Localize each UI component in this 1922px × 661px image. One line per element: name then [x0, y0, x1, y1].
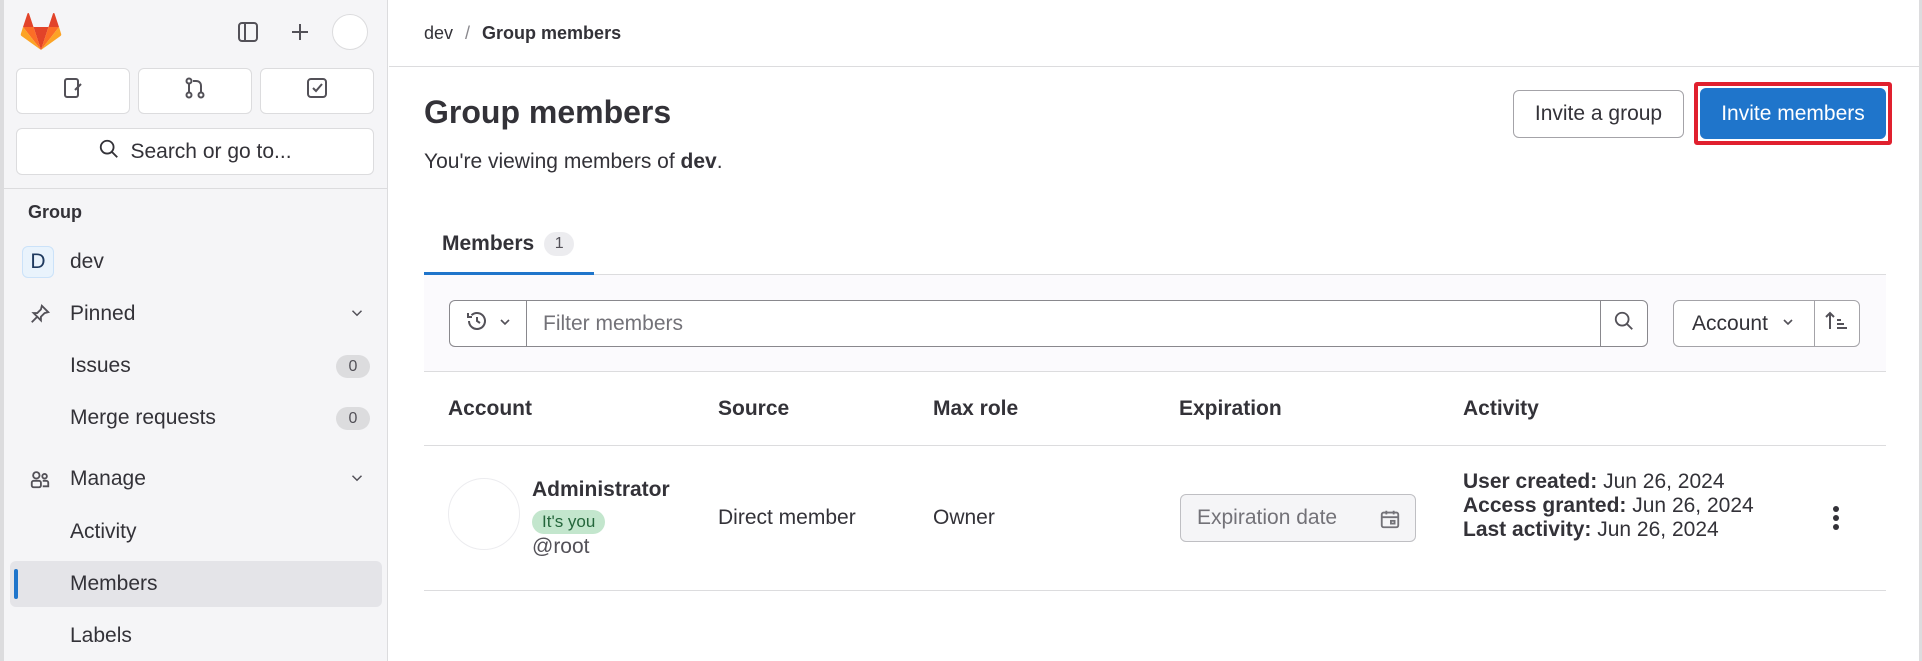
chevron-down-icon [348, 469, 366, 493]
breadcrumb-separator: / [465, 22, 471, 43]
todo-check-icon [305, 76, 329, 106]
page-subtitle: You're viewing members of dev. [424, 150, 723, 174]
sidebar-item-manage[interactable]: Manage [10, 456, 382, 502]
last-activity-line: Last activity: Jun 26, 2024 [1463, 518, 1763, 542]
sort-ascending-icon [1824, 309, 1850, 339]
sidebar-item-label: Pinned [70, 302, 136, 325]
merge-requests-count-badge: 0 [336, 407, 370, 430]
subtitle-prefix: You're viewing members of [424, 150, 681, 173]
issues-icon [61, 76, 85, 106]
search-icon [1613, 310, 1635, 338]
window-edge [0, 0, 4, 661]
group-heading: Group [28, 202, 82, 222]
chevron-down-icon [348, 304, 366, 328]
member-activity: User created: Jun 26, 2024 Access grante… [1463, 470, 1763, 542]
sidebar-item-label: Labels [70, 624, 132, 647]
access-granted-label: Access granted: [1463, 494, 1627, 517]
sidebar-toggle-icon[interactable] [230, 14, 266, 50]
calendar-icon [1379, 508, 1401, 536]
its-you-badge: It's you [532, 510, 606, 534]
sidebar: Search or go to... Group D dev Pinned Is… [0, 0, 388, 661]
users-icon [28, 467, 52, 491]
table-row-divider [424, 590, 1886, 591]
access-granted-value: Jun 26, 2024 [1632, 494, 1754, 517]
breadcrumb-current[interactable]: Group members [482, 23, 621, 44]
sidebar-item-labels[interactable]: Labels [10, 613, 382, 659]
sort-direction-button[interactable] [1814, 300, 1860, 347]
group-avatar: D [22, 246, 54, 278]
issues-shortcut-button[interactable] [16, 68, 130, 114]
filter-members-input[interactable] [526, 300, 1601, 347]
pin-icon [28, 302, 52, 326]
tab-members[interactable]: Members 1 [424, 212, 594, 275]
table-header-divider [424, 445, 1886, 446]
column-header-max-role: Max role [933, 397, 1019, 420]
sidebar-item-label: Members [70, 572, 158, 595]
invite-group-button[interactable]: Invite a group [1513, 90, 1684, 138]
sidebar-item-merge-requests[interactable]: Merge requests 0 [10, 395, 382, 441]
gitlab-logo-icon[interactable] [20, 12, 62, 52]
sidebar-item-group-dev[interactable]: D dev [10, 239, 382, 285]
breadcrumb: dev / Group members [389, 0, 1922, 67]
sidebar-item-label: Issues [70, 354, 131, 377]
last-activity-label: Last activity: [1463, 518, 1592, 541]
sort-field-dropdown[interactable]: Account [1673, 300, 1815, 347]
column-header-account: Account [448, 397, 532, 420]
column-header-activity: Activity [1463, 397, 1539, 420]
breadcrumb-link-dev[interactable]: dev [424, 23, 453, 44]
member-actions-kebab-icon[interactable] [1822, 500, 1850, 536]
sidebar-item-label: Manage [70, 467, 146, 490]
sort-field-label: Account [1692, 311, 1768, 335]
merge-requests-shortcut-button[interactable] [138, 68, 252, 114]
user-created-label: User created: [1463, 470, 1598, 493]
search-button-label: Search or go to... [130, 139, 292, 163]
merge-request-icon [183, 76, 207, 106]
member-username: @root [532, 535, 590, 558]
sidebar-item-pinned[interactable]: Pinned [10, 291, 382, 337]
member-source: Direct member [718, 506, 856, 529]
access-granted-line: Access granted: Jun 26, 2024 [1463, 494, 1763, 518]
sidebar-item-label: dev [70, 250, 104, 273]
page-title: Group members [424, 94, 672, 130]
sidebar-item-members[interactable]: Members [10, 561, 382, 607]
tab-count-badge: 1 [544, 231, 575, 256]
tab-label: Members [442, 231, 535, 255]
sidebar-item-label: Merge requests [70, 406, 216, 429]
member-max-role: Owner [933, 506, 995, 529]
issues-count-badge: 0 [336, 355, 370, 378]
user-avatar[interactable] [332, 14, 368, 50]
subtitle-group-name: dev [680, 150, 717, 173]
sidebar-item-issues[interactable]: Issues 0 [10, 343, 382, 389]
chevron-down-icon [497, 312, 513, 336]
member-name[interactable]: Administrator [532, 478, 670, 502]
recent-searches-dropdown[interactable] [449, 300, 527, 347]
chevron-down-icon [1780, 312, 1796, 336]
sidebar-item-label: Activity [70, 520, 137, 543]
todos-shortcut-button[interactable] [260, 68, 374, 114]
expiration-date-placeholder: Expiration date [1197, 506, 1338, 529]
member-avatar[interactable] [448, 478, 520, 550]
subtitle-suffix: . [716, 150, 723, 173]
sidebar-divider [4, 188, 388, 189]
expiration-date-field[interactable]: Expiration date [1180, 494, 1416, 542]
last-activity-value: Jun 26, 2024 [1597, 518, 1719, 541]
invite-members-button[interactable]: Invite members [1700, 88, 1886, 139]
user-created-line: User created: Jun 26, 2024 [1463, 470, 1763, 494]
plus-icon[interactable] [282, 14, 318, 50]
search-submit-button[interactable] [1600, 300, 1648, 347]
column-header-expiration: Expiration [1179, 397, 1282, 420]
sidebar-item-activity[interactable]: Activity [10, 509, 382, 555]
column-header-source: Source [718, 397, 790, 420]
search-icon [98, 138, 120, 166]
search-button[interactable]: Search or go to... [16, 128, 374, 175]
history-icon [465, 309, 489, 339]
user-created-value: Jun 26, 2024 [1603, 470, 1725, 493]
